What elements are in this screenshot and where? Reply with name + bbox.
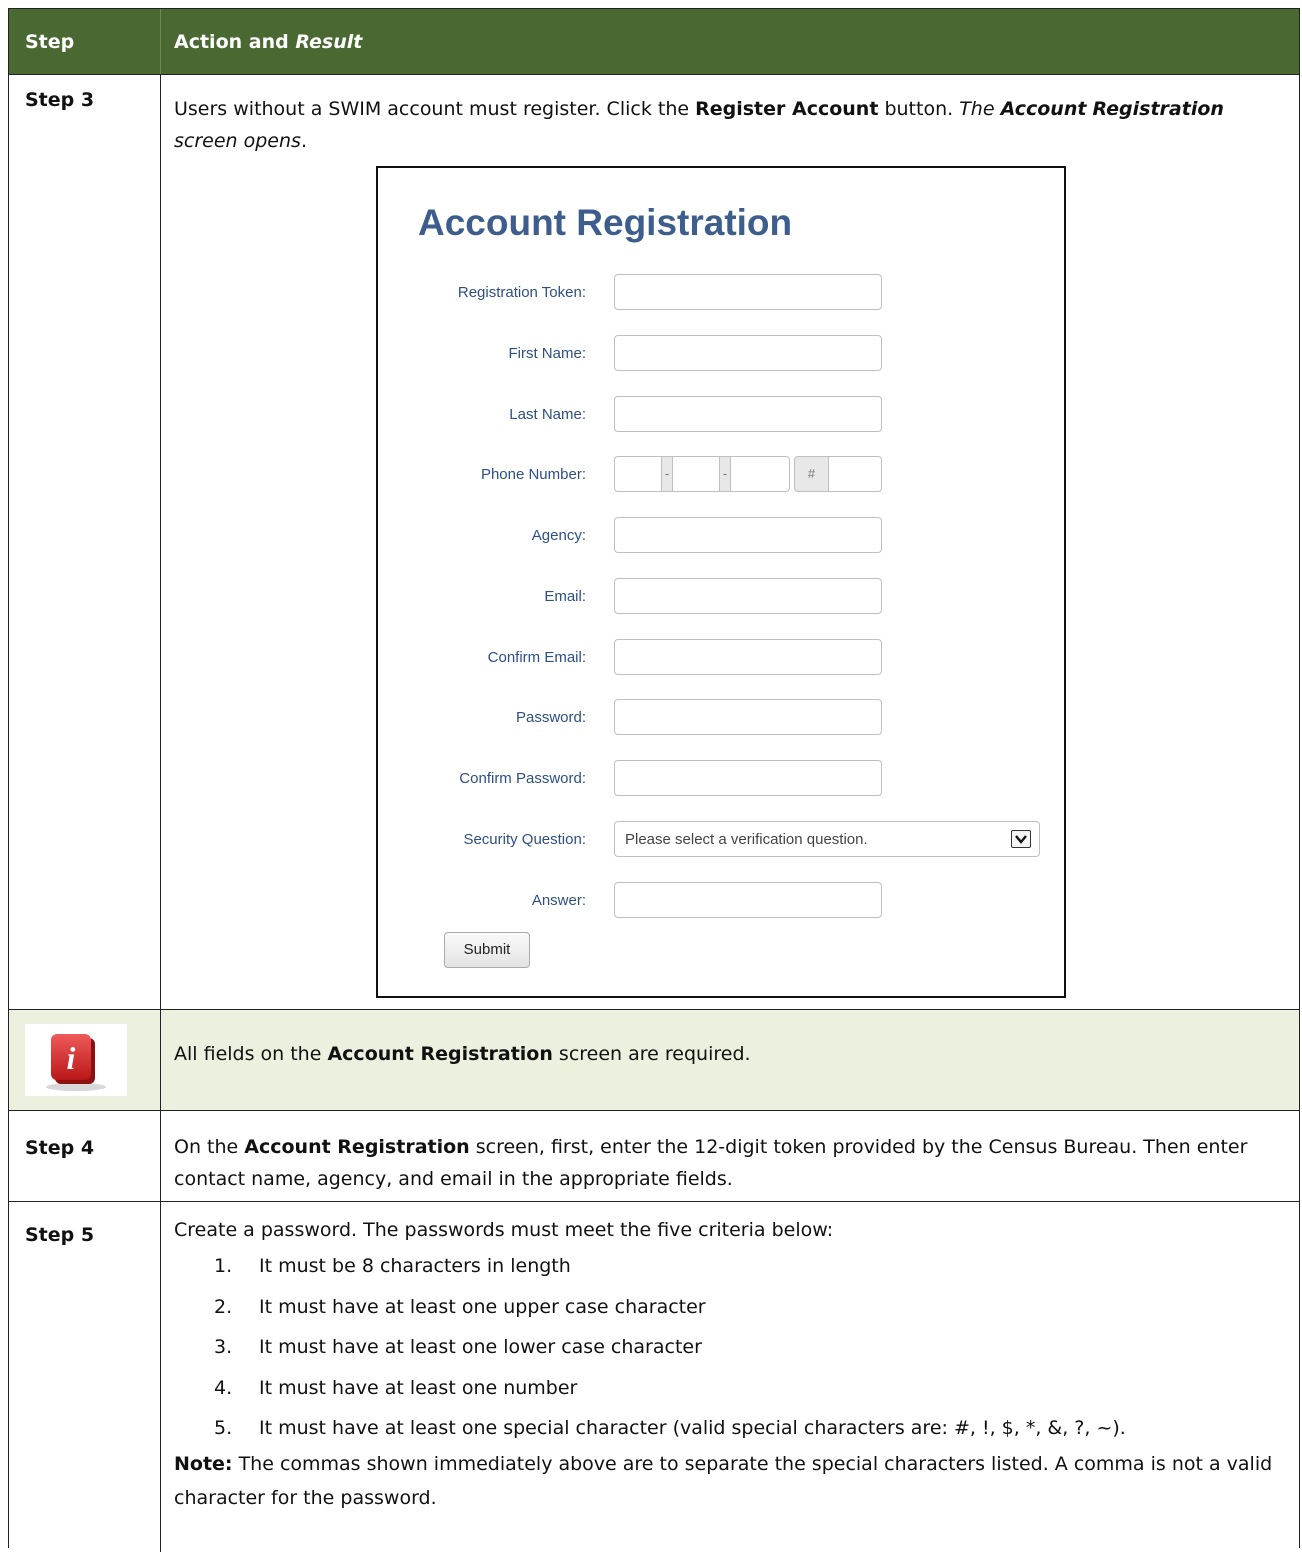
step-4-label: Step 4 <box>25 1137 95 1159</box>
step-3-label: Step 3 <box>25 89 95 111</box>
phone-area-code-input[interactable] <box>614 456 662 492</box>
phone-number-label: Phone Number: <box>480 466 586 483</box>
info-note-text-cell: All fields on the Account Registration s… <box>161 1010 1299 1110</box>
header-cell-action: Action and Result <box>161 9 1299 74</box>
svg-text:i: i <box>67 1040 76 1076</box>
phone-extension-input[interactable] <box>828 456 882 492</box>
list-item: 3. It must have at least one lower case c… <box>214 1336 702 1358</box>
registration-token-input[interactable] <box>614 274 882 310</box>
chevron-down-icon[interactable] <box>1011 830 1031 848</box>
password-input[interactable] <box>614 699 882 735</box>
answer-input[interactable] <box>614 882 882 918</box>
step-5-note: Note: The commas shown immediately above… <box>174 1453 1273 1509</box>
phone-prefix-input[interactable] <box>672 456 720 492</box>
info-note-icon-cell: i <box>9 1010 161 1110</box>
phone-extension-hash: # <box>794 456 829 492</box>
step-3-cell: Step 3 <box>9 75 161 1009</box>
table-header-row: Step Action and Result <box>9 8 1299 75</box>
password-criteria-list: 1. It must be 8 characters in length 2. It… <box>214 1246 1126 1449</box>
security-question-value: Please select a verification question. <box>625 831 868 848</box>
answer-label: Answer: <box>531 892 586 909</box>
header-result-label: Result <box>295 31 363 53</box>
confirm-password-label: Confirm Password: <box>459 770 586 787</box>
agency-label: Agency: <box>531 527 586 544</box>
step-5-action-cell: Create a password. The passwords must me… <box>161 1202 1299 1552</box>
step-3-text: Users without a SWIM account must regist… <box>174 98 1224 152</box>
account-registration-screenshot: Account Registration Registration Token:… <box>376 166 1066 998</box>
list-item: 4. It must have at least one number <box>214 1376 578 1399</box>
security-question-select[interactable]: Please select a verification question. <box>614 821 1040 857</box>
last-name-input[interactable] <box>614 396 882 432</box>
first-name-input[interactable] <box>614 335 882 371</box>
email-label: Email: <box>544 588 586 605</box>
phone-line-input[interactable] <box>730 456 790 492</box>
header-cell-step: Step <box>9 9 161 74</box>
table-row-step-4: Step 4 On the Account Registration scree… <box>9 1111 1299 1202</box>
info-note-text: All fields on the Account Registration s… <box>174 1043 751 1065</box>
registration-token-label: Registration Token: <box>457 284 586 301</box>
list-item: 1. It must be 8 characters in length <box>214 1255 571 1277</box>
table-row-step-5: Step 5 Create a password. The passwords … <box>9 1202 1299 1552</box>
step-5-intro: Create a password. The passwords must me… <box>174 1219 834 1241</box>
list-item: 5. It must have at least one special char… <box>214 1417 1126 1439</box>
info-icon: i <box>25 1024 127 1096</box>
confirm-email-label: Confirm Email: <box>487 649 586 666</box>
header-step-label: Step <box>25 31 75 53</box>
step-5-cell: Step 5 <box>9 1202 161 1552</box>
password-label: Password: <box>515 709 586 726</box>
confirm-password-input[interactable] <box>614 760 882 796</box>
first-name-label: First Name: <box>508 345 586 362</box>
agency-input[interactable] <box>614 517 882 553</box>
header-action-label: Action and Result <box>174 31 363 53</box>
last-name-label: Last Name: <box>509 406 586 423</box>
step-4-cell: Step 4 <box>9 1111 161 1201</box>
security-question-label: Security Question: <box>463 831 586 848</box>
form-title: Account Registration <box>418 202 793 243</box>
step-5-label: Step 5 <box>25 1224 95 1246</box>
step-4-action-cell: On the Account Registration screen, firs… <box>161 1111 1299 1201</box>
email-input[interactable] <box>614 578 882 614</box>
confirm-email-input[interactable] <box>614 639 882 675</box>
step-4-text: On the Account Registration screen, firs… <box>174 1136 1248 1190</box>
submit-button[interactable]: Submit <box>444 932 530 968</box>
table-row-info-note: i All fields on the Account Registration… <box>9 1010 1299 1111</box>
list-item: 2. It must have at least one upper case c… <box>214 1295 706 1318</box>
